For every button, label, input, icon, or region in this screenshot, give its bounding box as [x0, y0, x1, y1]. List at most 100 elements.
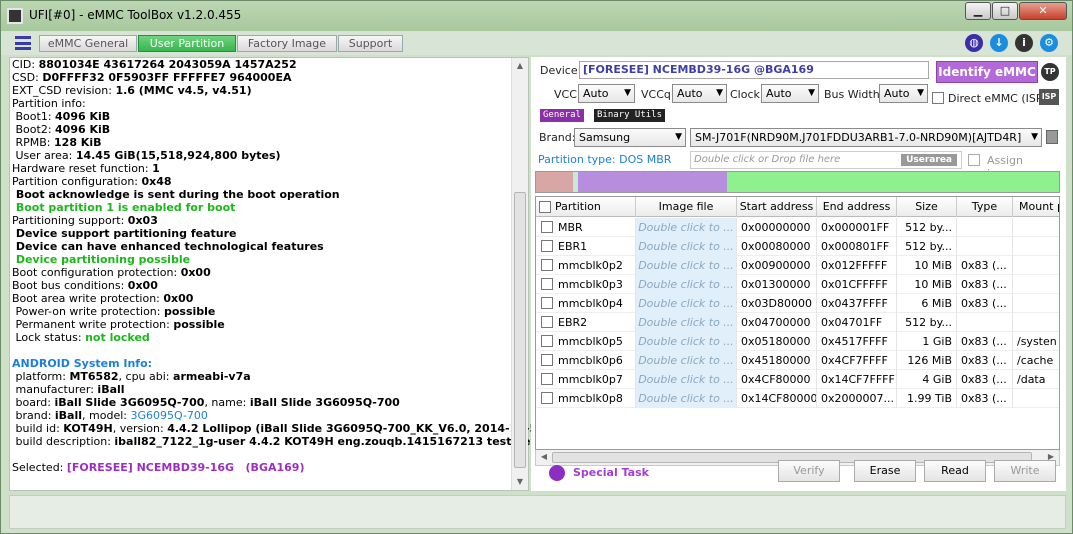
- clock-label: Clock:: [730, 88, 764, 101]
- cell-mount-point: /systen: [1013, 332, 1059, 351]
- info-icon[interactable]: i: [1015, 34, 1033, 52]
- header-end-address[interactable]: End address: [817, 197, 897, 217]
- read-button[interactable]: Read: [924, 460, 986, 482]
- special-task-icon[interactable]: [549, 465, 565, 481]
- cell-image-file[interactable]: Double click to ...: [636, 218, 737, 237]
- cell-image-file[interactable]: Double click to ...: [636, 370, 737, 389]
- table-row[interactable]: mmcblk0p8 Double click to ... 0x14CF80000 0…: [536, 389, 1059, 408]
- vccq-select[interactable]: Auto ▼: [672, 84, 727, 103]
- minimize-button[interactable]: ▁: [965, 2, 991, 20]
- model-select[interactable]: SM-J701F(NRD90M.J701FDDU3ARB1-7.0-NRD90M…: [690, 128, 1042, 147]
- cell-partition: mmcblk0p6: [536, 351, 636, 370]
- brand-select[interactable]: Samsung ▼: [574, 128, 686, 147]
- copy-icon[interactable]: [1046, 130, 1058, 144]
- cell-size: 512 by...: [897, 313, 957, 332]
- assign-images-checkbox[interactable]: [968, 154, 980, 166]
- table-row[interactable]: mmcblk0p2 Double click to ... 0x00900000 0x…: [536, 256, 1059, 275]
- header-mount-point[interactable]: Mount p: [1013, 197, 1059, 217]
- header-start-address[interactable]: Start address: [737, 197, 817, 217]
- cell-start-address: 0x00000000: [737, 218, 817, 237]
- special-task-link[interactable]: Special Task: [573, 466, 649, 479]
- close-button[interactable]: ✕: [1019, 2, 1067, 20]
- cell-start-address: 0x00900000: [737, 256, 817, 275]
- identify-emmc-button[interactable]: Identify eMMC: [936, 61, 1038, 83]
- isp-icon[interactable]: ISP: [1039, 89, 1059, 105]
- tab-user-partition[interactable]: User Partition: [138, 35, 236, 52]
- cell-type: 0x83 (...: [957, 332, 1013, 351]
- tp-icon[interactable]: TP: [1041, 63, 1059, 81]
- table-row[interactable]: MBR Double click to ... 0x00000000 0x000001…: [536, 218, 1059, 237]
- window-title: UFI[#0] - eMMC ToolBox v1.2.0.455: [29, 8, 242, 22]
- cell-size: 6 MiB: [897, 294, 957, 313]
- scroll-thumb[interactable]: [514, 192, 526, 468]
- globe-icon[interactable]: ◍: [965, 34, 983, 52]
- bus-width-select[interactable]: Auto ▼: [879, 84, 928, 103]
- direct-emmc-checkbox[interactable]: [932, 92, 944, 104]
- table-row[interactable]: mmcblk0p3 Double click to ... 0x01300000 0x…: [536, 275, 1059, 294]
- cell-partition: mmcblk0p3: [536, 275, 636, 294]
- cell-start-address: 0x03D80000: [737, 294, 817, 313]
- table-row[interactable]: mmcblk0p5 Double click to ... 0x05180000 0x…: [536, 332, 1059, 351]
- tab-factory-image[interactable]: Factory Image: [237, 35, 337, 52]
- partition-map-bar: [535, 171, 1060, 193]
- cell-image-file[interactable]: Double click to ...: [636, 351, 737, 370]
- scroll-up-icon[interactable]: ▲: [512, 58, 528, 74]
- subtab-binary-utils[interactable]: Binary Utils: [594, 109, 666, 122]
- tab-emmc-general[interactable]: eMMC General: [39, 35, 137, 52]
- cell-image-file[interactable]: Double click to ...: [636, 313, 737, 332]
- log-text: CID: 8801034E 43617264 2043059A 1457A252…: [12, 58, 546, 474]
- subtab-general[interactable]: General: [540, 109, 584, 122]
- erase-button[interactable]: Erase: [854, 460, 916, 482]
- cell-start-address: 0x4CF80000: [737, 370, 817, 389]
- cell-type: 0x83 (...: [957, 370, 1013, 389]
- cell-start-address: 0x01300000: [737, 275, 817, 294]
- partition-map-segment: [536, 172, 573, 192]
- chevron-down-icon: ▼: [716, 88, 723, 98]
- cell-image-file[interactable]: Double click to ...: [636, 256, 737, 275]
- cell-image-file[interactable]: Double click to ...: [636, 237, 737, 256]
- table-row[interactable]: mmcblk0p6 Double click to ... 0x45180000 0x…: [536, 351, 1059, 370]
- header-partition[interactable]: Partition: [536, 197, 636, 217]
- scroll-left-icon[interactable]: ◀: [536, 450, 552, 464]
- cell-image-file[interactable]: Double click to ...: [636, 294, 737, 313]
- cell-size: 10 MiB: [897, 275, 957, 294]
- select-all-checkbox[interactable]: [539, 201, 551, 213]
- table-row[interactable]: mmcblk0p4 Double click to ... 0x03D80000 0x…: [536, 294, 1059, 313]
- clock-select[interactable]: Auto ▼: [761, 84, 819, 103]
- header-image-file[interactable]: Image file: [636, 197, 737, 217]
- device-label: Device:: [540, 64, 582, 77]
- cell-size: 512 by...: [897, 218, 957, 237]
- header-type[interactable]: Type: [957, 197, 1013, 217]
- cell-image-file[interactable]: Double click to ...: [636, 389, 737, 408]
- cell-image-file[interactable]: Double click to ...: [636, 332, 737, 351]
- write-button[interactable]: Write: [994, 460, 1056, 482]
- cell-type: [957, 218, 1013, 237]
- download-icon[interactable]: ↓: [990, 34, 1008, 52]
- cell-type: [957, 237, 1013, 256]
- chevron-down-icon: ▼: [624, 88, 631, 98]
- gear-icon[interactable]: ⚙: [1040, 34, 1058, 52]
- chevron-down-icon: ▼: [917, 88, 924, 98]
- title-bar: UFI[#0] - eMMC ToolBox v1.2.0.455 ▁ □ ✕: [1, 1, 1072, 31]
- chevron-down-icon: ▼: [675, 132, 682, 142]
- vcc-select[interactable]: Auto ▼: [578, 84, 635, 103]
- header-size[interactable]: Size: [897, 197, 957, 217]
- cell-end-address: 0x01CFFFFF: [817, 275, 897, 294]
- drop-file-field[interactable]: Double click or Drop file here Userarea: [690, 151, 962, 169]
- device-panel: Device: [FORESEE] NCEMBD39-16G @BGA169 I…: [531, 57, 1066, 491]
- table-row[interactable]: EBR2 Double click to ... 0x04700000 0x04701…: [536, 313, 1059, 332]
- table-row[interactable]: mmcblk0p7 Double click to ... 0x4CF80000 0x…: [536, 370, 1059, 389]
- cell-type: 0x83 (...: [957, 256, 1013, 275]
- cell-mount-point: [1013, 237, 1059, 256]
- table-row[interactable]: EBR1 Double click to ... 0x00080000 0x00080…: [536, 237, 1059, 256]
- tab-support[interactable]: Support: [338, 35, 403, 52]
- device-field[interactable]: [FORESEE] NCEMBD39-16G @BGA169: [579, 61, 929, 79]
- maximize-button[interactable]: □: [992, 2, 1018, 20]
- verify-button[interactable]: Verify: [778, 460, 840, 482]
- partition-table: Partition Image file Start address End a…: [535, 196, 1060, 450]
- log-scrollbar[interactable]: ▲ ▼: [511, 58, 528, 490]
- hamburger-menu-icon[interactable]: [15, 36, 31, 50]
- scroll-down-icon[interactable]: ▼: [512, 474, 528, 490]
- cell-type: 0x83 (...: [957, 294, 1013, 313]
- cell-image-file[interactable]: Double click to ...: [636, 275, 737, 294]
